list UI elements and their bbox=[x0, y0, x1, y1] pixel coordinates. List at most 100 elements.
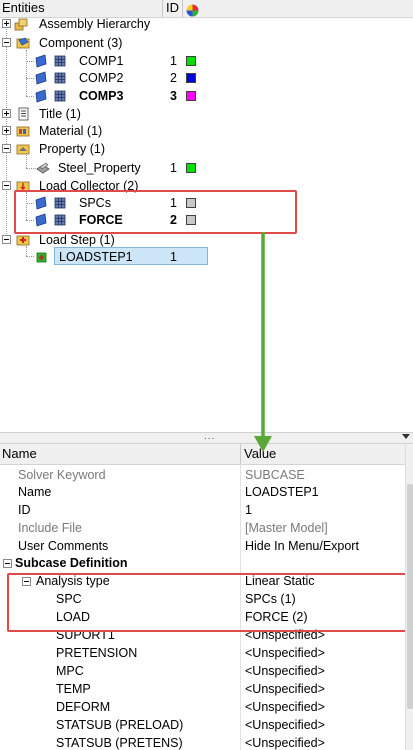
tree-item-label: Component (3) bbox=[39, 36, 123, 50]
tree-row-component[interactable]: Component (3) bbox=[0, 34, 413, 52]
property-value[interactable]: <Unspecified> bbox=[245, 699, 325, 716]
property-value[interactable]: LOADSTEP1 bbox=[245, 484, 319, 501]
scrollbar-thumb[interactable] bbox=[407, 484, 413, 709]
tree-row-material[interactable]: Material (1) bbox=[0, 122, 413, 140]
component-folder-icon bbox=[16, 37, 30, 49]
tree-item-label: COMP2 bbox=[79, 71, 124, 85]
tree-row-comp2[interactable]: COMP2 2 bbox=[0, 69, 413, 87]
highlight-box-analysis bbox=[7, 573, 409, 632]
tree-item-id: 1 bbox=[170, 54, 177, 68]
property-value[interactable]: Hide In Menu/Export bbox=[245, 538, 359, 555]
property-name: MPC bbox=[56, 664, 84, 678]
property-value[interactable]: <Unspecified> bbox=[245, 645, 325, 662]
panel-splitter[interactable]: ... bbox=[0, 431, 413, 444]
tree-row-steel-property[interactable]: Steel_Property 1 bbox=[0, 159, 413, 177]
property-row-pretension[interactable]: PRETENSION <Unspecified> bbox=[0, 645, 405, 662]
property-name: User Comments bbox=[18, 539, 109, 553]
property-grid-panel: Name Value Solver Keyword SUBCASE Name L… bbox=[0, 444, 413, 750]
tree-item-label: Steel_Property bbox=[58, 161, 141, 175]
tree-row-title[interactable]: Title (1) bbox=[0, 105, 413, 123]
expand-icon[interactable] bbox=[2, 109, 11, 118]
value-column-header[interactable]: Value bbox=[244, 446, 276, 463]
tree-row-loadstep1[interactable]: LOADSTEP1 1 bbox=[0, 248, 413, 266]
mesh-grid-icon bbox=[54, 55, 66, 67]
load-step-folder-icon bbox=[16, 235, 30, 246]
component-shape-icon bbox=[35, 54, 47, 68]
collapse-icon[interactable] bbox=[3, 559, 12, 568]
color-swatch[interactable] bbox=[186, 73, 196, 83]
property-value[interactable]: <Unspecified> bbox=[245, 663, 325, 680]
property-row-id[interactable]: ID 1 bbox=[0, 502, 405, 519]
tree-item-label: COMP3 bbox=[79, 89, 124, 103]
property-name: PRETENSION bbox=[56, 646, 138, 660]
property-group-subcase-definition[interactable]: Subcase Definition bbox=[0, 555, 405, 572]
tree-item-label: Property (1) bbox=[39, 142, 105, 156]
property-row-user-comments[interactable]: User Comments Hide In Menu/Export bbox=[0, 538, 405, 555]
splitter-grip[interactable]: ... bbox=[204, 431, 215, 442]
property-value[interactable]: 1 bbox=[245, 502, 252, 519]
property-grid-header: Name Value bbox=[0, 444, 413, 465]
color-swatch[interactable] bbox=[186, 163, 196, 173]
entity-tree-panel: Entities ID Assembly Hierarchy Component… bbox=[0, 0, 413, 432]
tree-row-assembly-hierarchy[interactable]: Assembly Hierarchy bbox=[0, 15, 413, 33]
tree-item-label: LOADSTEP1 bbox=[59, 250, 133, 264]
collapse-icon[interactable] bbox=[2, 181, 11, 190]
expand-icon[interactable] bbox=[2, 126, 11, 135]
chevron-down-icon[interactable] bbox=[402, 434, 410, 439]
property-name: STATSUB (PRELOAD) bbox=[56, 718, 184, 732]
tree-item-label: Title (1) bbox=[39, 107, 81, 121]
property-folder-icon bbox=[16, 144, 30, 155]
property-row-statsub-pretens[interactable]: STATSUB (PRETENS) <Unspecified> bbox=[0, 735, 405, 750]
property-name: DEFORM bbox=[56, 700, 111, 714]
property-icon bbox=[36, 162, 50, 174]
tree-row-comp1[interactable]: COMP1 1 bbox=[0, 52, 413, 70]
column-separator[interactable] bbox=[240, 444, 241, 464]
tree-row-comp3[interactable]: COMP3 3 bbox=[0, 87, 413, 105]
component-shape-icon bbox=[35, 71, 47, 85]
tree-row-property[interactable]: Property (1) bbox=[0, 140, 413, 158]
property-name: Include File bbox=[18, 521, 82, 535]
tree-item-id: 1 bbox=[170, 250, 177, 264]
collapse-icon[interactable] bbox=[2, 144, 11, 153]
property-name: Solver Keyword bbox=[18, 468, 106, 482]
tree-item-label: COMP1 bbox=[79, 54, 124, 68]
component-shape-icon bbox=[35, 89, 47, 103]
property-name: ID bbox=[18, 503, 31, 517]
property-value: SUBCASE bbox=[245, 468, 305, 482]
collapse-icon[interactable] bbox=[2, 235, 11, 244]
property-value[interactable]: <Unspecified> bbox=[245, 717, 325, 734]
tree-item-label: Material (1) bbox=[39, 124, 103, 138]
assembly-icon bbox=[14, 18, 28, 31]
tree-item-id: 2 bbox=[170, 71, 177, 85]
property-name: STATSUB (PRETENS) bbox=[56, 736, 183, 750]
load-step-icon bbox=[36, 252, 47, 263]
mesh-grid-icon bbox=[54, 90, 66, 102]
mesh-grid-icon bbox=[54, 72, 66, 84]
property-group-label: Subcase Definition bbox=[15, 556, 128, 570]
collapse-icon[interactable] bbox=[2, 38, 11, 47]
tree-item-id: 1 bbox=[170, 161, 177, 175]
tree-item-label: Load Step (1) bbox=[39, 233, 115, 247]
color-swatch[interactable] bbox=[186, 56, 196, 66]
property-row-solver-keyword[interactable]: Solver Keyword SUBCASE bbox=[0, 467, 405, 484]
property-value[interactable]: <Unspecified> bbox=[245, 681, 325, 698]
property-row-include-file[interactable]: Include File [Master Model] bbox=[0, 520, 405, 537]
material-icon bbox=[16, 126, 30, 137]
property-name: TEMP bbox=[56, 682, 91, 696]
expand-icon[interactable] bbox=[2, 19, 11, 28]
property-name: Name bbox=[18, 485, 52, 499]
color-swatch[interactable] bbox=[186, 91, 196, 101]
property-row-mpc[interactable]: MPC <Unspecified> bbox=[0, 663, 405, 680]
tree-item-label: Assembly Hierarchy bbox=[39, 17, 151, 31]
name-column-header[interactable]: Name bbox=[2, 446, 37, 463]
vertical-scrollbar[interactable] bbox=[405, 444, 413, 750]
highlight-box-load-collectors bbox=[14, 190, 297, 234]
title-icon bbox=[18, 107, 29, 121]
tree-item-id: 3 bbox=[170, 89, 177, 103]
property-row-temp[interactable]: TEMP <Unspecified> bbox=[0, 681, 405, 698]
property-value[interactable]: <Unspecified> bbox=[245, 735, 325, 750]
property-row-name[interactable]: Name LOADSTEP1 bbox=[0, 484, 405, 501]
property-row-deform[interactable]: DEFORM <Unspecified> bbox=[0, 699, 405, 716]
property-row-statsub-preload[interactable]: STATSUB (PRELOAD) <Unspecified> bbox=[0, 717, 405, 734]
property-value: [Master Model] bbox=[245, 521, 328, 535]
